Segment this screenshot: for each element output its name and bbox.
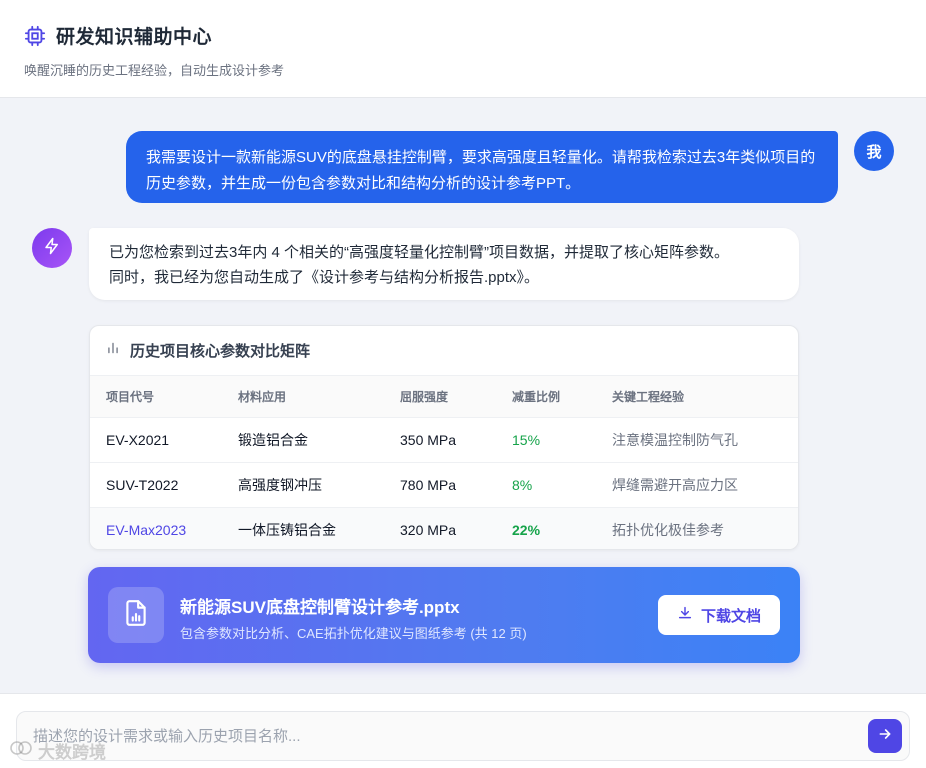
input-bar <box>0 693 926 768</box>
cell-material: 锻造铝合金 <box>238 417 400 463</box>
cell-material: 一体压铸铝合金 <box>238 521 336 538</box>
app-subtitle: 唤醒沉睡的历史工程经验，自动生成设计参考 <box>24 63 285 78</box>
table-row: SUV-T2022 高强度钢冲压 780 MPa 8% 焊缝需避开高应力区 <box>90 462 798 508</box>
watermark-text: 大数跨境 <box>38 743 106 762</box>
assistant-message-bubble: 已为您检索到过去3年内 4 个相关的“高强度轻量化控制臂”项目数据，并提取了核心… <box>89 228 799 300</box>
column-header-experience: 关键工程经验 <box>612 376 798 418</box>
cell-code: SUV-T2022 <box>90 462 238 508</box>
watermark-logo-icon <box>8 739 34 762</box>
table-header-row: 项目代号 材料应用 屈服强度 减重比例 关键工程经验 <box>90 376 798 418</box>
arrow-right-icon <box>877 726 893 747</box>
cell-strength: 320 MPa <box>400 521 457 538</box>
app-header: 研发知识辅助中心 唤醒沉睡的历史工程经验，自动生成设计参考 <box>0 0 926 98</box>
cell-code-link[interactable]: EV-Max2023 <box>90 507 238 549</box>
column-header-material: 材料应用 <box>238 376 400 418</box>
file-icon-box <box>108 587 164 643</box>
download-icon <box>677 605 693 625</box>
app-title: 研发知识辅助中心 <box>56 27 213 48</box>
chip-icon <box>24 25 46 47</box>
cell-material: 高强度钢冲压 <box>238 462 400 508</box>
download-button[interactable]: 下载文档 <box>658 595 780 635</box>
download-button-label: 下载文档 <box>700 607 761 625</box>
cell-reduction: 15% <box>512 417 612 463</box>
cell-strength: 780 MPa <box>400 462 512 508</box>
comparison-matrix-card: 历史项目核心参数对比矩阵 项目代号 材料应用 屈服强度 减重比例 关键工程经验 … <box>89 325 799 550</box>
send-button[interactable] <box>868 719 902 753</box>
watermark: 大数跨境 <box>8 738 106 763</box>
generated-file-card: 新能源SUV底盘控制臂设计参考.pptx 包含参数对比分析、CAE拓扑优化建议与… <box>88 567 800 663</box>
comparison-table: 项目代号 材料应用 屈服强度 减重比例 关键工程经验 EV-X2021 锻造铝合… <box>90 376 798 549</box>
column-header-reduction: 减重比例 <box>512 376 612 418</box>
file-description: 包含参数对比分析、CAE拓扑优化建议与图纸参考 (共 12 页) <box>180 626 527 641</box>
cell-experience: 焊缝需避开高应力区 <box>612 462 798 508</box>
cell-experience: 注意模温控制防气孔 <box>612 417 798 463</box>
lightning-icon <box>43 237 61 260</box>
cell-reduction: 22% <box>512 521 541 538</box>
matrix-header: 历史项目核心参数对比矩阵 <box>90 326 798 376</box>
user-message-bubble: 我需要设计一款新能源SUV的底盘悬挂控制臂，要求高强度且轻量化。请帮我检索过去3… <box>126 131 838 203</box>
cell-strength: 350 MPa <box>400 417 512 463</box>
assistant-avatar <box>32 228 72 268</box>
matrix-title: 历史项目核心参数对比矩阵 <box>130 343 311 360</box>
assistant-message-line2: 同时，我已经为您自动生成了《设计参考与结构分析报告.pptx》。 <box>109 269 540 286</box>
cell-experience: 拓扑优化极佳参考 <box>612 521 724 538</box>
cell-code: EV-X2021 <box>90 417 238 463</box>
table-row: EV-X2021 锻造铝合金 350 MPa 15% 注意模温控制防气孔 <box>90 417 798 463</box>
input-box <box>16 711 910 761</box>
assistant-message-line1: 已为您检索到过去3年内 4 个相关的“高强度轻量化控制臂”项目数据，并提取了核心… <box>109 244 730 261</box>
message-input[interactable] <box>33 712 853 760</box>
document-chart-icon <box>123 599 149 632</box>
file-name: 新能源SUV底盘控制臂设计参考.pptx <box>180 598 460 617</box>
cell-reduction: 8% <box>512 462 612 508</box>
column-header-code: 项目代号 <box>90 376 238 418</box>
column-header-strength: 屈服强度 <box>400 376 512 418</box>
table-row-highlighted: EV-Max2023 一体压铸铝合金 320 MPa 22% 拓扑优化极佳参考 <box>90 507 798 549</box>
user-avatar: 我 <box>854 131 894 171</box>
bar-chart-icon <box>106 341 120 360</box>
